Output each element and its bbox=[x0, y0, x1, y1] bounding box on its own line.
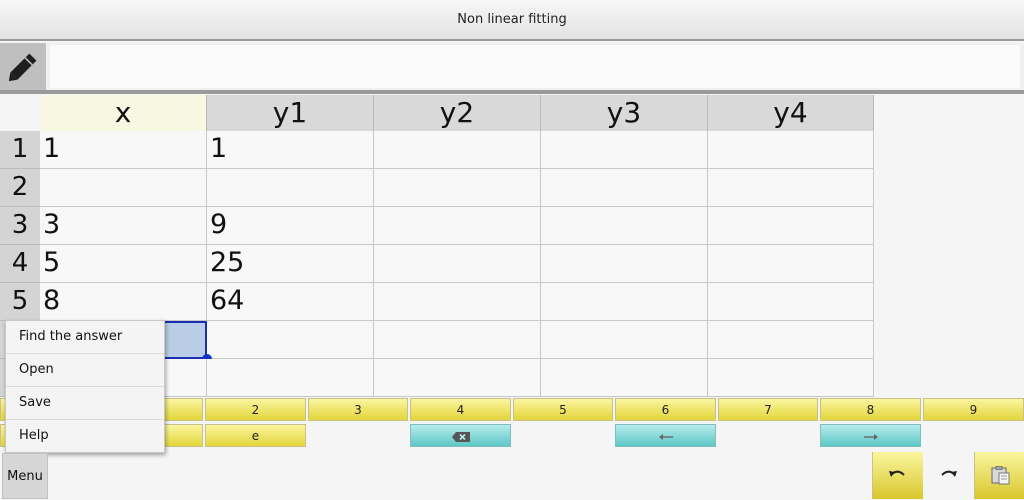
column-header-y4[interactable]: y4 bbox=[708, 95, 874, 131]
table-cell[interactable] bbox=[541, 245, 708, 283]
menu-item-find-answer[interactable]: Find the answer bbox=[6, 321, 164, 354]
key-2[interactable]: 2 bbox=[205, 398, 306, 421]
menu-item-open[interactable]: Open bbox=[6, 354, 164, 387]
arrow-left-icon bbox=[658, 433, 673, 440]
edit-row bbox=[0, 43, 1024, 94]
table-cell[interactable] bbox=[708, 359, 874, 397]
undo-button[interactable] bbox=[872, 452, 923, 499]
app-title: Non linear fitting bbox=[457, 12, 567, 27]
key-7[interactable]: 7 bbox=[718, 398, 818, 421]
key-e[interactable]: e bbox=[205, 424, 306, 447]
table-corner bbox=[0, 95, 40, 131]
menu-button[interactable]: Menu bbox=[2, 453, 48, 499]
table-cell[interactable] bbox=[541, 169, 708, 207]
row-header-4[interactable]: 4 bbox=[0, 245, 40, 283]
row-header-2[interactable]: 2 bbox=[0, 169, 40, 207]
key-3[interactable]: 3 bbox=[308, 398, 408, 421]
table-cell[interactable] bbox=[541, 207, 708, 245]
table-cell[interactable]: 1 bbox=[207, 131, 374, 169]
row-header-5[interactable]: 5 bbox=[0, 283, 40, 321]
row-header-3[interactable]: 3 bbox=[0, 207, 40, 245]
table-cell[interactable] bbox=[708, 207, 874, 245]
table-cell[interactable] bbox=[207, 321, 374, 359]
key-8[interactable]: 8 bbox=[820, 398, 921, 421]
backspace-icon bbox=[451, 431, 470, 442]
cursor-left-key[interactable] bbox=[615, 424, 716, 447]
column-header-y1[interactable]: y1 bbox=[207, 95, 374, 131]
redo-button[interactable] bbox=[923, 452, 973, 499]
key-5[interactable]: 5 bbox=[513, 398, 613, 421]
row-header-1[interactable]: 1 bbox=[0, 131, 40, 169]
table-cell[interactable] bbox=[374, 283, 541, 321]
title-bar: Non linear fitting bbox=[0, 0, 1024, 41]
table-cell[interactable]: 5 bbox=[40, 245, 207, 283]
table-cell[interactable] bbox=[708, 169, 874, 207]
column-header-y3[interactable]: y3 bbox=[541, 95, 708, 131]
table-cell[interactable] bbox=[374, 359, 541, 397]
edit-button[interactable] bbox=[0, 43, 46, 90]
key-4[interactable]: 4 bbox=[410, 398, 511, 421]
table-cell[interactable] bbox=[541, 283, 708, 321]
table-cell[interactable]: 1 bbox=[40, 131, 207, 169]
table-cell[interactable] bbox=[541, 359, 708, 397]
table-cell[interactable]: 3 bbox=[40, 207, 207, 245]
table-cell[interactable] bbox=[541, 131, 708, 169]
table-cell[interactable]: 8 bbox=[40, 283, 207, 321]
paste-icon bbox=[991, 465, 1010, 484]
table-cell[interactable] bbox=[374, 321, 541, 359]
key-9[interactable]: 9 bbox=[923, 398, 1024, 421]
table-cell[interactable] bbox=[374, 207, 541, 245]
table-cell[interactable] bbox=[374, 131, 541, 169]
table-cell[interactable] bbox=[708, 283, 874, 321]
table-cell[interactable] bbox=[207, 169, 374, 207]
table-cell[interactable] bbox=[708, 131, 874, 169]
pencil-icon bbox=[8, 53, 37, 82]
cursor-right-key[interactable] bbox=[820, 424, 921, 447]
undo-icon bbox=[889, 470, 905, 477]
column-header-x[interactable]: x bbox=[40, 95, 207, 131]
table-cell[interactable]: 9 bbox=[207, 207, 374, 245]
column-header-y2[interactable]: y2 bbox=[374, 95, 541, 131]
table-cell[interactable] bbox=[541, 321, 708, 359]
key-6[interactable]: 6 bbox=[615, 398, 716, 421]
table-cell[interactable]: 25 bbox=[207, 245, 374, 283]
table-cell[interactable] bbox=[40, 169, 207, 207]
popup-menu: Find the answer Open Save Help bbox=[5, 320, 165, 453]
table-cell[interactable] bbox=[708, 245, 874, 283]
table-cell[interactable] bbox=[207, 359, 374, 397]
menu-item-save[interactable]: Save bbox=[6, 387, 164, 420]
backspace-key[interactable] bbox=[410, 424, 511, 447]
table-cell[interactable] bbox=[708, 321, 874, 359]
redo-icon bbox=[941, 470, 957, 477]
arrow-right-icon bbox=[863, 433, 878, 440]
menu-item-help[interactable]: Help bbox=[6, 420, 164, 452]
table-cell[interactable] bbox=[374, 169, 541, 207]
formula-input[interactable] bbox=[50, 45, 1020, 88]
paste-button[interactable] bbox=[974, 452, 1024, 499]
table-cell[interactable]: 64 bbox=[207, 283, 374, 321]
table-cell[interactable] bbox=[374, 245, 541, 283]
